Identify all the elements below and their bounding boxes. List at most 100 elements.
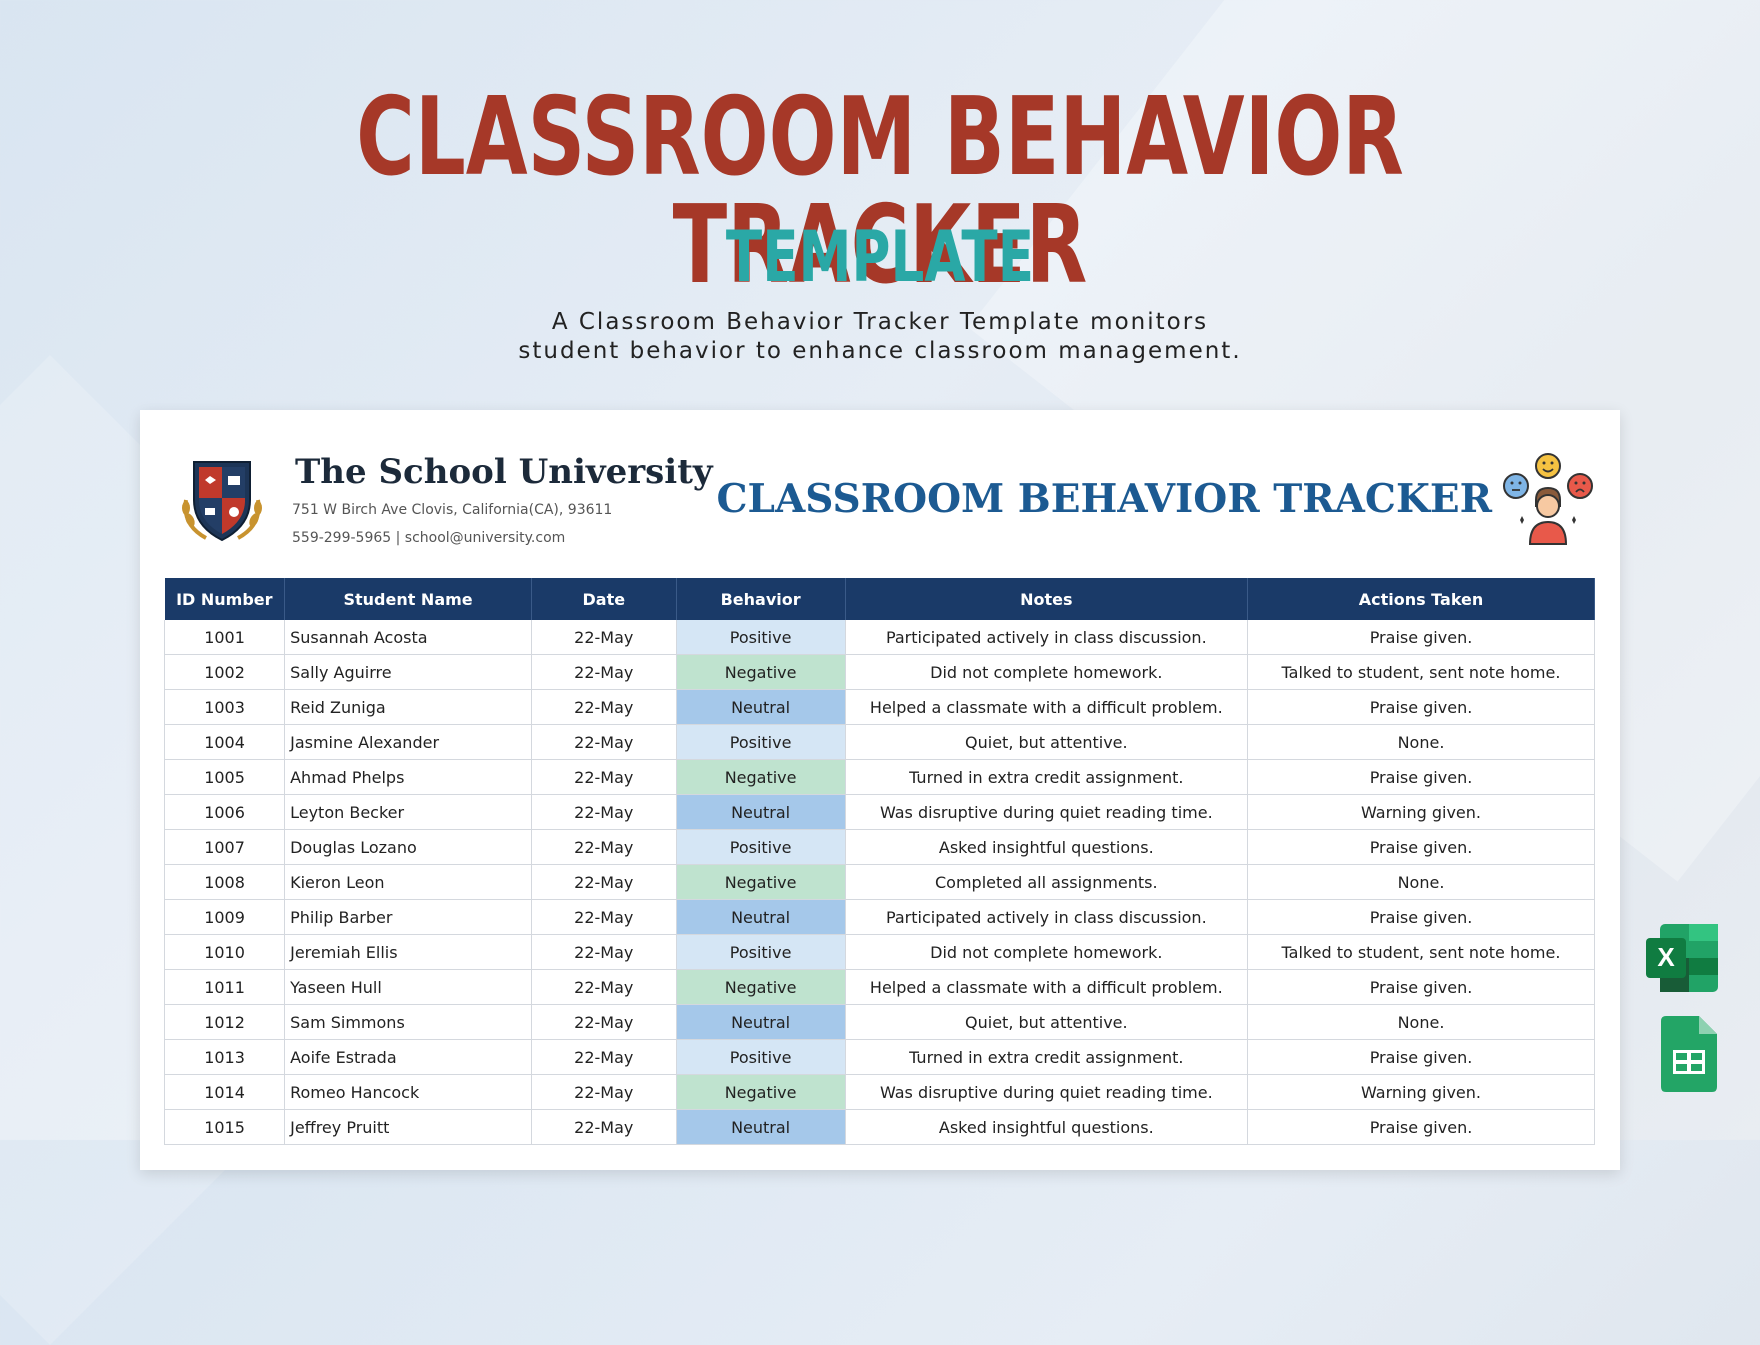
cell-notes[interactable]: Did not complete homework. bbox=[845, 654, 1248, 690]
cell-student-name[interactable]: Sally Aguirre bbox=[284, 654, 532, 690]
cell-student-name[interactable]: Jasmine Alexander bbox=[284, 724, 532, 760]
cell-date[interactable]: 22-May bbox=[531, 829, 677, 865]
cell-id[interactable]: 1008 bbox=[163, 864, 286, 900]
cell-date[interactable]: 22-May bbox=[531, 620, 677, 655]
table-row: 1012 Sam Simmons 22-May Neutral Quiet, but a… bbox=[163, 1004, 1596, 1040]
cell-behavior[interactable]: Negative bbox=[676, 654, 846, 690]
column-header-notes[interactable]: Notes bbox=[845, 578, 1248, 620]
cell-date[interactable]: 22-May bbox=[531, 899, 677, 935]
cell-behavior[interactable]: Neutral bbox=[676, 794, 846, 830]
cell-id[interactable]: 1012 bbox=[163, 1004, 286, 1040]
cell-action[interactable]: Talked to student, sent note home. bbox=[1247, 654, 1596, 690]
cell-behavior[interactable]: Neutral bbox=[676, 689, 846, 725]
cell-action[interactable]: Praise given. bbox=[1247, 829, 1596, 865]
cell-action[interactable]: Praise given. bbox=[1247, 759, 1596, 795]
cell-action[interactable]: Talked to student, sent note home. bbox=[1247, 934, 1596, 970]
cell-student-name[interactable]: Kieron Leon bbox=[284, 864, 532, 900]
cell-student-name[interactable]: Jeffrey Pruitt bbox=[284, 1109, 532, 1145]
cell-action[interactable]: Praise given. bbox=[1247, 969, 1596, 1005]
cell-student-name[interactable]: Ahmad Phelps bbox=[284, 759, 532, 795]
cell-student-name[interactable]: Jeremiah Ellis bbox=[284, 934, 532, 970]
cell-notes[interactable]: Turned in extra credit assignment. bbox=[845, 1039, 1248, 1075]
cell-id[interactable]: 1009 bbox=[163, 899, 286, 935]
cell-id[interactable]: 1002 bbox=[163, 654, 286, 690]
cell-student-name[interactable]: Aoife Estrada bbox=[284, 1039, 532, 1075]
cell-id[interactable]: 1004 bbox=[163, 724, 286, 760]
cell-id[interactable]: 1015 bbox=[163, 1109, 286, 1145]
column-header-id[interactable]: ID Number bbox=[164, 578, 286, 620]
cell-behavior[interactable]: Neutral bbox=[676, 1004, 846, 1040]
cell-date[interactable]: 22-May bbox=[531, 724, 677, 760]
cell-date[interactable]: 22-May bbox=[531, 794, 677, 830]
cell-notes[interactable]: Quiet, but attentive. bbox=[845, 1004, 1248, 1040]
cell-date[interactable]: 22-May bbox=[531, 969, 677, 1005]
cell-notes[interactable]: Helped a classmate with a difficult prob… bbox=[845, 969, 1248, 1005]
cell-date[interactable]: 22-May bbox=[531, 1039, 677, 1075]
cell-action[interactable]: Praise given. bbox=[1247, 689, 1596, 725]
cell-action[interactable]: Praise given. bbox=[1247, 899, 1596, 935]
cell-notes[interactable]: Asked insightful questions. bbox=[845, 829, 1248, 865]
cell-id[interactable]: 1014 bbox=[163, 1074, 286, 1110]
cell-student-name[interactable]: Susannah Acosta bbox=[284, 620, 532, 655]
cell-date[interactable]: 22-May bbox=[531, 654, 677, 690]
cell-action[interactable]: None. bbox=[1247, 724, 1596, 760]
cell-notes[interactable]: Asked insightful questions. bbox=[845, 1109, 1248, 1145]
cell-notes[interactable]: Completed all assignments. bbox=[845, 864, 1248, 900]
cell-behavior[interactable]: Positive bbox=[676, 1039, 846, 1075]
cell-action[interactable]: None. bbox=[1247, 1004, 1596, 1040]
cell-student-name[interactable]: Romeo Hancock bbox=[284, 1074, 532, 1110]
cell-date[interactable]: 22-May bbox=[531, 934, 677, 970]
cell-student-name[interactable]: Philip Barber bbox=[284, 899, 532, 935]
cell-notes[interactable]: Did not complete homework. bbox=[845, 934, 1248, 970]
cell-behavior[interactable]: Neutral bbox=[676, 899, 846, 935]
column-header-student-name[interactable]: Student Name bbox=[284, 578, 532, 620]
cell-id[interactable]: 1005 bbox=[163, 759, 286, 795]
cell-id[interactable]: 1007 bbox=[163, 829, 286, 865]
cell-action[interactable]: Warning given. bbox=[1247, 794, 1596, 830]
cell-student-name[interactable]: Douglas Lozano bbox=[284, 829, 532, 865]
cell-behavior[interactable]: Neutral bbox=[676, 1109, 846, 1145]
cell-student-name[interactable]: Sam Simmons bbox=[284, 1004, 532, 1040]
excel-icon[interactable]: X bbox=[1646, 924, 1718, 992]
cell-behavior[interactable]: Negative bbox=[676, 969, 846, 1005]
cell-notes[interactable]: Helped a classmate with a difficult prob… bbox=[845, 689, 1248, 725]
table-row: 1010 Jeremiah Ellis 22-May Positive Did not … bbox=[163, 934, 1596, 970]
cell-student-name[interactable]: Yaseen Hull bbox=[284, 969, 532, 1005]
cell-id[interactable]: 1013 bbox=[163, 1039, 286, 1075]
column-header-behavior[interactable]: Behavior bbox=[676, 578, 846, 620]
cell-id[interactable]: 1011 bbox=[163, 969, 286, 1005]
cell-date[interactable]: 22-May bbox=[531, 759, 677, 795]
cell-date[interactable]: 22-May bbox=[531, 1074, 677, 1110]
cell-student-name[interactable]: Leyton Becker bbox=[284, 794, 532, 830]
cell-action[interactable]: Praise given. bbox=[1247, 1109, 1596, 1145]
cell-action[interactable]: Praise given. bbox=[1247, 620, 1596, 655]
google-sheets-icon[interactable] bbox=[1661, 1016, 1717, 1092]
cell-action[interactable]: Praise given. bbox=[1247, 1039, 1596, 1075]
cell-behavior[interactable]: Positive bbox=[676, 934, 846, 970]
cell-behavior[interactable]: Negative bbox=[676, 1074, 846, 1110]
cell-behavior[interactable]: Positive bbox=[676, 829, 846, 865]
cell-action[interactable]: None. bbox=[1247, 864, 1596, 900]
cell-date[interactable]: 22-May bbox=[531, 689, 677, 725]
cell-date[interactable]: 22-May bbox=[531, 1004, 677, 1040]
cell-behavior[interactable]: Positive bbox=[676, 620, 846, 655]
cell-notes[interactable]: Turned in extra credit assignment. bbox=[845, 759, 1248, 795]
cell-id[interactable]: 1003 bbox=[163, 689, 286, 725]
cell-behavior[interactable]: Negative bbox=[676, 759, 846, 795]
cell-date[interactable]: 22-May bbox=[531, 864, 677, 900]
cell-id[interactable]: 1006 bbox=[163, 794, 286, 830]
column-header-date[interactable]: Date bbox=[531, 578, 677, 620]
cell-notes[interactable]: Participated actively in class discussio… bbox=[845, 899, 1248, 935]
cell-notes[interactable]: Quiet, but attentive. bbox=[845, 724, 1248, 760]
cell-student-name[interactable]: Reid Zuniga bbox=[284, 689, 532, 725]
cell-id[interactable]: 1001 bbox=[163, 620, 286, 655]
cell-notes[interactable]: Participated actively in class discussio… bbox=[845, 620, 1248, 655]
cell-behavior[interactable]: Positive bbox=[676, 724, 846, 760]
cell-notes[interactable]: Was disruptive during quiet reading time… bbox=[845, 1074, 1248, 1110]
cell-notes[interactable]: Was disruptive during quiet reading time… bbox=[845, 794, 1248, 830]
cell-action[interactable]: Warning given. bbox=[1247, 1074, 1596, 1110]
cell-behavior[interactable]: Negative bbox=[676, 864, 846, 900]
cell-id[interactable]: 1010 bbox=[163, 934, 286, 970]
column-header-actions[interactable]: Actions Taken bbox=[1247, 578, 1596, 620]
cell-date[interactable]: 22-May bbox=[531, 1109, 677, 1145]
